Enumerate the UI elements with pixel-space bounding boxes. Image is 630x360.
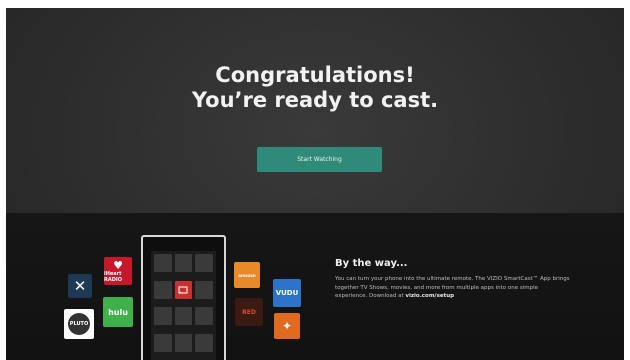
headline-line-1: Congratulations! bbox=[215, 63, 415, 87]
phone-app-cell bbox=[174, 307, 193, 325]
phone-illustration bbox=[141, 235, 226, 360]
pluto-label: PLUTO bbox=[68, 313, 90, 335]
phone-app-cell bbox=[174, 254, 193, 272]
setup-link[interactable]: vizio.com/setup bbox=[405, 293, 454, 299]
hulu-app-icon: hulu bbox=[103, 297, 133, 327]
phone-app-cell bbox=[195, 254, 213, 272]
info-title: By the way... bbox=[335, 258, 408, 269]
info-body: You can turn your phone into the ultimat… bbox=[335, 275, 570, 301]
ticket-icon: ✦ bbox=[281, 319, 293, 333]
phone-app-cell bbox=[154, 307, 172, 325]
headline: Congratulations! You’re ready to cast. bbox=[6, 63, 624, 113]
iheart-radio-app-icon: ♥ iHeart RADIO bbox=[104, 257, 132, 285]
phone-app-cell-active bbox=[174, 280, 193, 299]
phone-app-cell bbox=[154, 254, 172, 272]
phone-app-cell bbox=[174, 333, 193, 352]
heart-icon: ♥ bbox=[113, 258, 123, 272]
cast-icon bbox=[178, 286, 188, 293]
start-watching-button[interactable]: Start Watching bbox=[257, 147, 382, 172]
x-app-icon: ✕ bbox=[68, 274, 92, 298]
phone-app-cell bbox=[154, 280, 172, 299]
vudu-label: VUDU bbox=[275, 289, 299, 297]
red-label: RED bbox=[242, 308, 256, 316]
phone-app-cell bbox=[195, 280, 213, 299]
phone-app-cell bbox=[195, 307, 213, 325]
phone-app-grid bbox=[151, 251, 216, 360]
amazon-label: amazon bbox=[238, 272, 256, 278]
tv-screen: Congratulations! You’re ready to cast. S… bbox=[6, 8, 624, 360]
iheart-label: iHeart RADIO bbox=[104, 270, 122, 283]
red-app-icon: RED bbox=[235, 298, 263, 326]
pluto-app-icon: PLUTO bbox=[64, 309, 94, 339]
amazon-app-icon: amazon bbox=[234, 262, 260, 288]
fandango-app-icon: ✦ bbox=[274, 313, 300, 339]
vudu-app-icon: VUDU bbox=[273, 279, 301, 307]
phone-app-cell bbox=[195, 333, 213, 352]
hulu-label: hulu bbox=[108, 307, 128, 317]
phone-app-cell bbox=[154, 333, 172, 352]
headline-line-2: You’re ready to cast. bbox=[191, 88, 439, 112]
